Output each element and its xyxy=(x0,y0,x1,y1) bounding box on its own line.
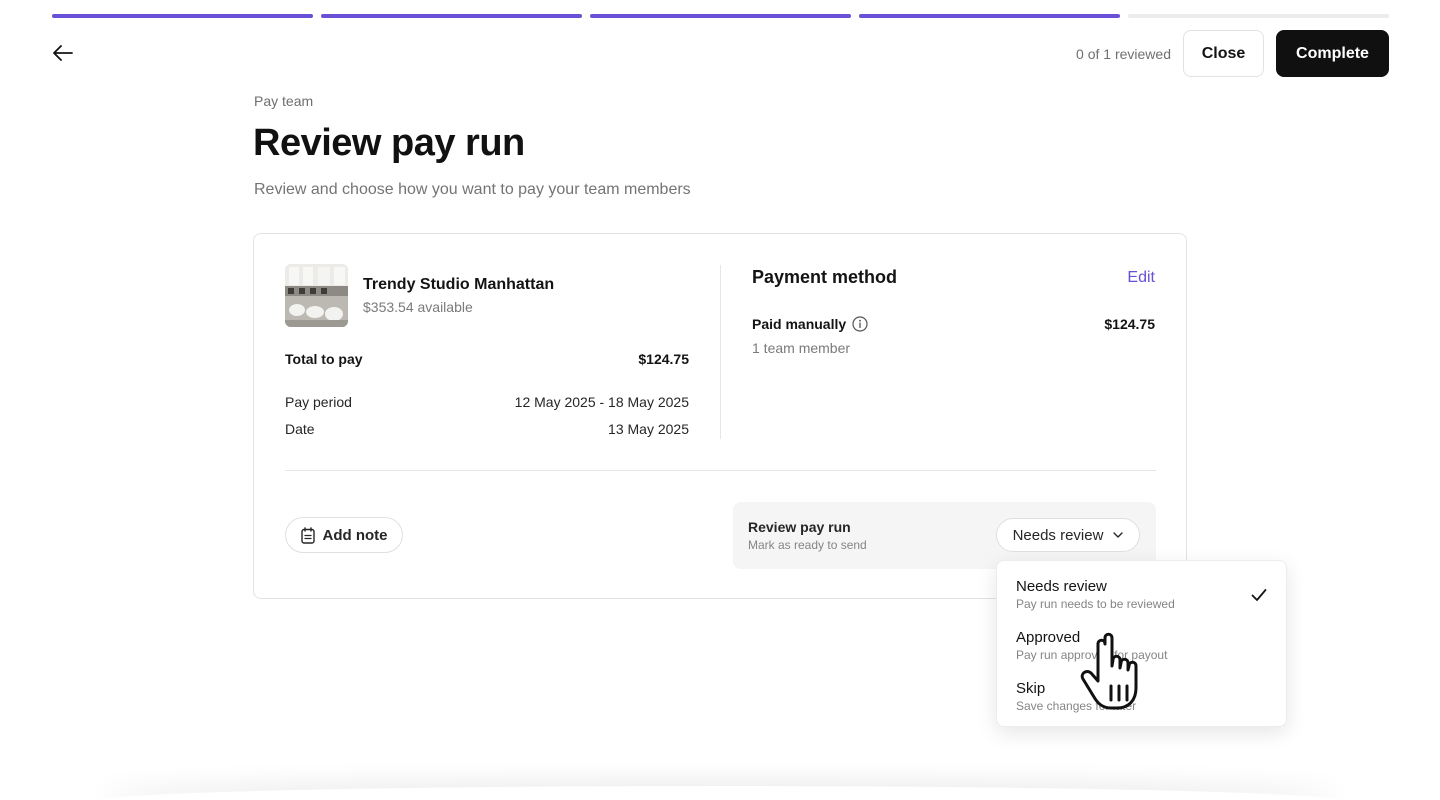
option-needs-review[interactable]: Needs review Pay run needs to be reviewe… xyxy=(1016,578,1272,611)
edit-payment-link[interactable]: Edit xyxy=(1127,269,1155,287)
check-icon xyxy=(1251,589,1267,601)
total-label: Total to pay xyxy=(285,351,363,367)
progress-bar xyxy=(52,14,1389,18)
complete-button[interactable]: Complete xyxy=(1276,30,1389,77)
page-subtitle: Review and choose how you want to pay yo… xyxy=(254,181,691,198)
chevron-down-icon xyxy=(1113,532,1124,538)
payment-method-row: Paid manually xyxy=(752,316,868,332)
payment-method-title: Payment method xyxy=(752,267,898,287)
review-subtitle: Mark as ready to send xyxy=(748,538,867,552)
reviewed-status: 0 of 1 reviewed xyxy=(1076,45,1171,62)
bottom-shadow xyxy=(100,786,1340,800)
progress-step-2 xyxy=(321,14,582,18)
breadcrumb: Pay team xyxy=(254,93,314,109)
date-value: 13 May 2025 xyxy=(608,421,689,437)
period-label: Pay period xyxy=(285,394,352,410)
location-name: Trendy Studio Manhattan xyxy=(363,276,555,293)
review-status-panel: Review pay run Mark as ready to send Nee… xyxy=(733,502,1156,569)
add-note-label: Add note xyxy=(322,526,388,544)
date-label: Date xyxy=(285,421,315,437)
option-label: Needs review xyxy=(1016,578,1107,595)
arrow-left-icon xyxy=(53,45,73,61)
add-note-button[interactable]: Add note xyxy=(285,517,403,553)
period-value: 12 May 2025 - 18 May 2025 xyxy=(514,394,689,410)
vertical-divider xyxy=(720,265,721,439)
date-row: Date 13 May 2025 xyxy=(285,421,689,437)
back-button[interactable] xyxy=(50,40,76,66)
option-skip[interactable]: Skip Save changes for later xyxy=(1016,680,1272,713)
review-status-value: Needs review xyxy=(1012,526,1104,544)
pay-run-card: Trendy Studio Manhattan $353.54 availabl… xyxy=(253,233,1187,599)
page-title: Review pay run xyxy=(253,122,525,164)
option-description: Pay run needs to be reviewed xyxy=(1016,597,1175,611)
review-status-dropdown: Needs review Pay run needs to be reviewe… xyxy=(996,560,1287,727)
progress-step-5 xyxy=(1128,14,1389,18)
team-member-count: 1 team member xyxy=(752,340,851,356)
total-value: $124.75 xyxy=(638,351,689,367)
option-description: Save changes for later xyxy=(1016,699,1137,713)
location-photo xyxy=(285,264,348,327)
progress-step-4 xyxy=(859,14,1120,18)
close-button[interactable]: Close xyxy=(1183,30,1264,77)
option-label: Approved xyxy=(1016,629,1081,646)
note-icon xyxy=(300,526,315,544)
progress-step-1 xyxy=(52,14,313,18)
payment-method-label: Paid manually xyxy=(752,316,847,332)
total-row: Total to pay $124.75 xyxy=(285,351,689,367)
review-status-select[interactable]: Needs review xyxy=(996,518,1140,552)
payment-method-amount: $124.75 xyxy=(1104,316,1155,332)
option-approved[interactable]: Approved Pay run approved for payout xyxy=(1016,629,1272,662)
info-icon[interactable] xyxy=(852,316,868,332)
location-available: $353.54 available xyxy=(363,299,473,315)
option-description: Pay run approved for payout xyxy=(1016,648,1168,662)
review-title: Review pay run xyxy=(748,519,851,535)
header-actions: 0 of 1 reviewed Close Complete xyxy=(1076,30,1389,77)
period-row: Pay period 12 May 2025 - 18 May 2025 xyxy=(285,394,689,410)
progress-step-3 xyxy=(590,14,851,18)
option-label: Skip xyxy=(1016,680,1046,697)
horizontal-divider xyxy=(285,470,1156,471)
